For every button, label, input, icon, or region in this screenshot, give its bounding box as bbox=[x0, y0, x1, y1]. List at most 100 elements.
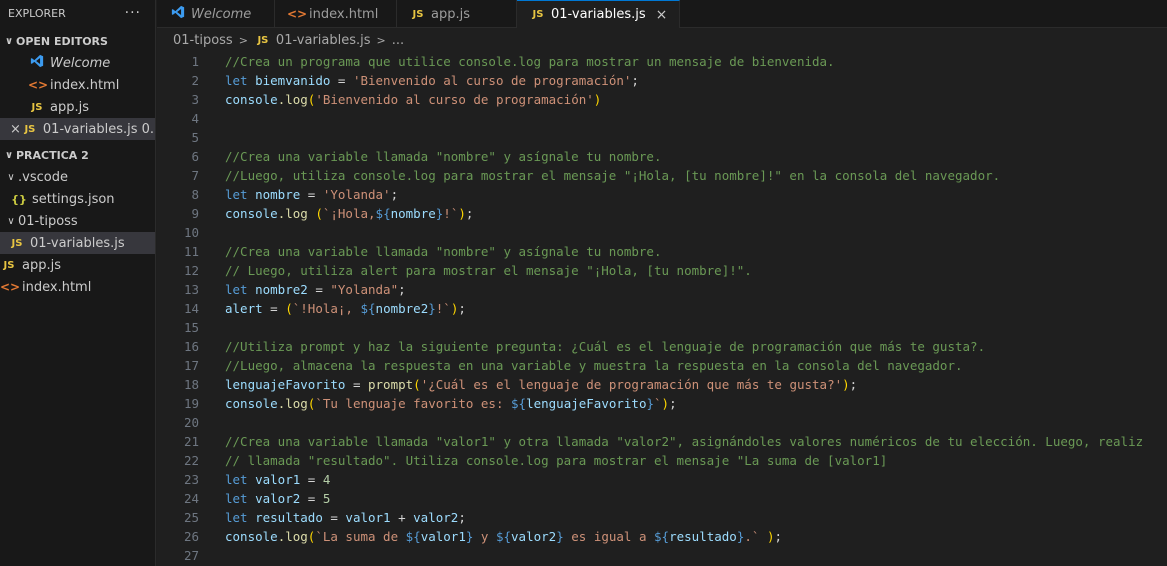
tab-app-js[interactable]: JS app.js bbox=[397, 0, 517, 28]
chevron-right-icon: > bbox=[376, 33, 386, 47]
tab-label: index.html bbox=[309, 6, 379, 22]
object: console bbox=[225, 529, 278, 544]
close-icon[interactable]: × bbox=[656, 7, 668, 23]
code-line: 10 bbox=[157, 223, 1167, 242]
function: prompt bbox=[368, 377, 414, 392]
code-line: 20 bbox=[157, 413, 1167, 432]
tab-index-html[interactable]: <> index.html bbox=[275, 0, 397, 28]
template-string: `!Hola¡, bbox=[292, 301, 361, 316]
template-open: ${ bbox=[405, 529, 421, 544]
js-icon: JS bbox=[11, 237, 23, 249]
close-icon[interactable]: × bbox=[10, 122, 21, 137]
open-editor-index-html[interactable]: <> index.html bbox=[0, 74, 155, 96]
code-line: 4 bbox=[157, 109, 1167, 128]
comment: //Crea una variable llamada "valor1" y o… bbox=[225, 434, 1144, 449]
line-number: 20 bbox=[183, 415, 199, 430]
js-icon: JS bbox=[257, 34, 269, 46]
operator: + bbox=[390, 510, 414, 525]
number: 5 bbox=[322, 491, 331, 506]
file-01-variables-js[interactable]: JS 01-variables.js bbox=[0, 232, 155, 254]
line-number: 1 bbox=[191, 54, 199, 69]
line-number: 6 bbox=[191, 149, 199, 164]
code-editor[interactable]: 1 //Crea un programa que utilice console.… bbox=[157, 52, 1167, 566]
chevron-down-icon: ∨ bbox=[7, 171, 15, 183]
code-line: 9 console.log (`¡Hola,${nombre}!`); bbox=[157, 204, 1167, 223]
operator: = bbox=[330, 73, 353, 88]
line-number: 9 bbox=[191, 206, 199, 221]
line-number: 26 bbox=[183, 529, 199, 544]
breadcrumb-folder[interactable]: 01-tiposs bbox=[173, 33, 233, 48]
variable: nombre bbox=[255, 187, 301, 202]
variable: nombre2 bbox=[375, 301, 429, 316]
line-number: 24 bbox=[183, 491, 199, 506]
variable: resultado bbox=[255, 510, 323, 525]
function: .log bbox=[277, 92, 308, 107]
open-editor-label: app.js bbox=[50, 99, 89, 115]
keyword: let bbox=[225, 282, 248, 297]
variable: lenguajeFavorito bbox=[526, 396, 647, 411]
template-string: `Tu lenguaje favorito es: bbox=[315, 396, 511, 411]
comment: //Utiliza prompt y haz la siguiente preg… bbox=[225, 339, 986, 354]
workspace-label: PRACTICA 2 bbox=[16, 148, 89, 162]
code-line: 7 //Luego, utiliza console.log para mostr… bbox=[157, 166, 1167, 185]
file-settings-json[interactable]: {} settings.json bbox=[0, 188, 155, 210]
comment: //Crea una variable llamada "nombre" y a… bbox=[225, 149, 662, 164]
variable: resultado bbox=[669, 529, 737, 544]
code-line: 18 lenguajeFavorito = prompt('¿Cuál es el… bbox=[157, 375, 1167, 394]
line-number: 12 bbox=[183, 263, 199, 278]
string: 'Bienvenido al curso de programación' bbox=[315, 92, 594, 107]
template-string: y bbox=[473, 529, 496, 544]
open-editor-label: 01-variables.js 0... bbox=[42, 121, 155, 137]
workspace-section[interactable]: ∨ PRACTICA 2 bbox=[0, 144, 155, 166]
open-editor-app-js[interactable]: JS app.js bbox=[0, 96, 155, 118]
template-string: !` bbox=[443, 206, 459, 221]
open-editor-01-variables[interactable]: × JS 01-variables.js 0... bbox=[0, 118, 155, 140]
more-actions-icon[interactable]: ··· bbox=[125, 5, 141, 21]
tab-welcome[interactable]: Welcome bbox=[157, 0, 275, 28]
file-index-html[interactable]: <> index.html bbox=[0, 276, 155, 298]
template-open: ${ bbox=[495, 529, 512, 544]
folder-vscode[interactable]: ∨ .vscode bbox=[0, 166, 155, 188]
tab-01-variables-js[interactable]: JS 01-variables.js × bbox=[517, 0, 681, 28]
code-line: 1 //Crea un programa que utilice console.… bbox=[157, 52, 1167, 71]
html-icon: <> bbox=[287, 7, 308, 21]
template-close: } bbox=[556, 529, 564, 544]
line-number: 14 bbox=[183, 301, 199, 316]
line-number: 22 bbox=[183, 453, 199, 468]
line-number: 8 bbox=[191, 187, 199, 202]
line-number: 18 bbox=[183, 377, 199, 392]
js-icon: JS bbox=[3, 259, 15, 271]
variable: biemvanido bbox=[255, 73, 331, 88]
keyword: let bbox=[225, 187, 248, 202]
line-number: 10 bbox=[183, 225, 199, 240]
html-icon: <> bbox=[0, 280, 21, 294]
variable: alert bbox=[225, 301, 263, 316]
code-line: 14 alert = (`!Hola¡, ${nombre2}!`); bbox=[157, 299, 1167, 318]
code-line: 3 console.log('Bienvenido al curso de pro… bbox=[157, 90, 1167, 109]
open-editor-label: Welcome bbox=[50, 55, 111, 71]
line-number: 27 bbox=[183, 548, 199, 563]
open-editors-section[interactable]: ∨ OPEN EDITORS bbox=[0, 30, 155, 52]
breadcrumb-file[interactable]: 01-variables.js bbox=[276, 33, 371, 48]
js-icon: JS bbox=[31, 101, 43, 113]
editor-tabs: Welcome <> index.html JS app.js JS 01-va… bbox=[157, 0, 1167, 28]
chevron-down-icon: ∨ bbox=[4, 149, 14, 161]
line-number: 5 bbox=[191, 130, 199, 145]
tab-label: Welcome bbox=[191, 6, 252, 22]
html-icon: <> bbox=[28, 78, 49, 92]
folder-01-tiposs[interactable]: ∨ 01-tiposs bbox=[0, 210, 155, 232]
code-line: 22 // llamada "resultado". Utiliza consol… bbox=[157, 451, 1167, 470]
vscode-icon bbox=[169, 5, 187, 23]
open-editor-welcome[interactable]: Welcome bbox=[0, 52, 155, 74]
breadcrumb-more[interactable]: ... bbox=[392, 33, 404, 48]
code-line: 24 let valor2 = 5 bbox=[157, 489, 1167, 508]
tab-label: 01-variables.js bbox=[551, 7, 646, 22]
template-open: ${ bbox=[360, 301, 376, 316]
object: console bbox=[225, 92, 278, 107]
file-app-js[interactable]: JS app.js bbox=[0, 254, 155, 276]
string: "Yolanda" bbox=[330, 282, 399, 297]
object: console bbox=[225, 396, 278, 411]
chevron-down-icon: ∨ bbox=[4, 35, 14, 47]
number: 4 bbox=[322, 472, 331, 487]
comment: // llamada "resultado". Utiliza console.… bbox=[225, 453, 888, 468]
